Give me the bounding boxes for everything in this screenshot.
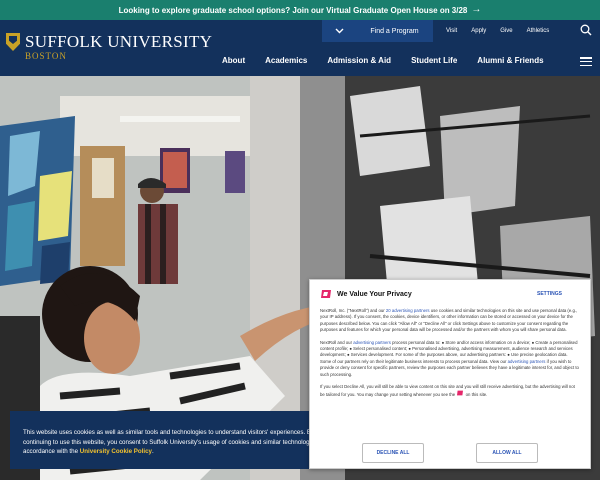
cookie-banner-end: . bbox=[152, 448, 154, 455]
privacy-modal: We Value Your Privacy SETTINGS NextRoll,… bbox=[309, 279, 591, 469]
promo-bar[interactable]: Looking to explore graduate school optio… bbox=[0, 0, 600, 20]
cookie-banner-text: This website uses cookies as well as sim… bbox=[23, 429, 324, 455]
p2-text-a: NextRoll and our bbox=[320, 339, 353, 345]
university-logo[interactable]: SUFFOLK UNIVERSITY BOSTON bbox=[6, 33, 212, 61]
privacy-paragraph-1: NextRoll, Inc. ("NextRoll") and our 20 a… bbox=[320, 308, 580, 334]
privacy-paragraph-3: If you select Decline All, you will stil… bbox=[320, 384, 580, 399]
nav-student-life[interactable]: Student Life bbox=[401, 56, 467, 65]
nav-about[interactable]: About bbox=[222, 56, 255, 65]
crest-icon bbox=[6, 33, 20, 51]
utility-link-apply[interactable]: Apply bbox=[464, 28, 493, 34]
logo-name: SUFFOLK UNIVERSITY bbox=[25, 32, 213, 51]
main-nav: About Academics Admission & Aid Student … bbox=[222, 56, 554, 65]
utility-link-athletics[interactable]: Athletics bbox=[520, 28, 557, 34]
brand-small-icon bbox=[457, 391, 464, 396]
cookie-policy-link[interactable]: University Cookie Policy bbox=[80, 448, 152, 455]
nav-alumni-friends[interactable]: Alumni & Friends bbox=[467, 56, 553, 65]
privacy-paragraph-2: NextRoll and our advertising partners pr… bbox=[320, 340, 580, 378]
utility-link-visit[interactable]: Visit bbox=[439, 28, 464, 34]
advertising-partners-link-2[interactable]: advertising partners bbox=[353, 340, 391, 345]
advertising-partners-link-3[interactable]: advertising partners bbox=[508, 359, 546, 364]
settings-link[interactable]: SETTINGS bbox=[537, 291, 562, 297]
utility-bar: Find a Program Visit Apply Give Athletic… bbox=[322, 20, 600, 42]
find-program-button[interactable]: Find a Program bbox=[356, 20, 433, 42]
chevron-down-icon[interactable] bbox=[322, 20, 356, 42]
nav-admission-aid[interactable]: Admission & Aid bbox=[317, 56, 401, 65]
menu-icon[interactable] bbox=[580, 57, 592, 66]
cookie-banner: This website uses cookies as well as sim… bbox=[10, 411, 340, 469]
modal-title: We Value Your Privacy bbox=[337, 290, 412, 298]
allow-all-button[interactable]: ALLOW ALL bbox=[476, 443, 538, 463]
p3-text-end: on this site. bbox=[465, 392, 488, 398]
p3-text: If you select Decline All, you will stil… bbox=[320, 384, 575, 398]
p1-text-a: NextRoll, Inc. ("NextRoll") and our bbox=[320, 308, 385, 313]
search-icon[interactable] bbox=[580, 24, 592, 36]
brand-logo-icon bbox=[321, 290, 331, 298]
arrow-right-icon[interactable]: → bbox=[471, 5, 481, 15]
advertising-partners-link[interactable]: 20 advertising partners bbox=[386, 308, 430, 313]
site-header: SUFFOLK UNIVERSITY BOSTON Find a Program… bbox=[0, 20, 600, 76]
decline-all-button[interactable]: DECLINE ALL bbox=[362, 443, 424, 463]
logo-city: BOSTON bbox=[25, 51, 67, 61]
promo-text[interactable]: Looking to explore graduate school optio… bbox=[119, 6, 468, 15]
nav-academics[interactable]: Academics bbox=[255, 56, 317, 65]
utility-link-give[interactable]: Give bbox=[493, 28, 519, 34]
